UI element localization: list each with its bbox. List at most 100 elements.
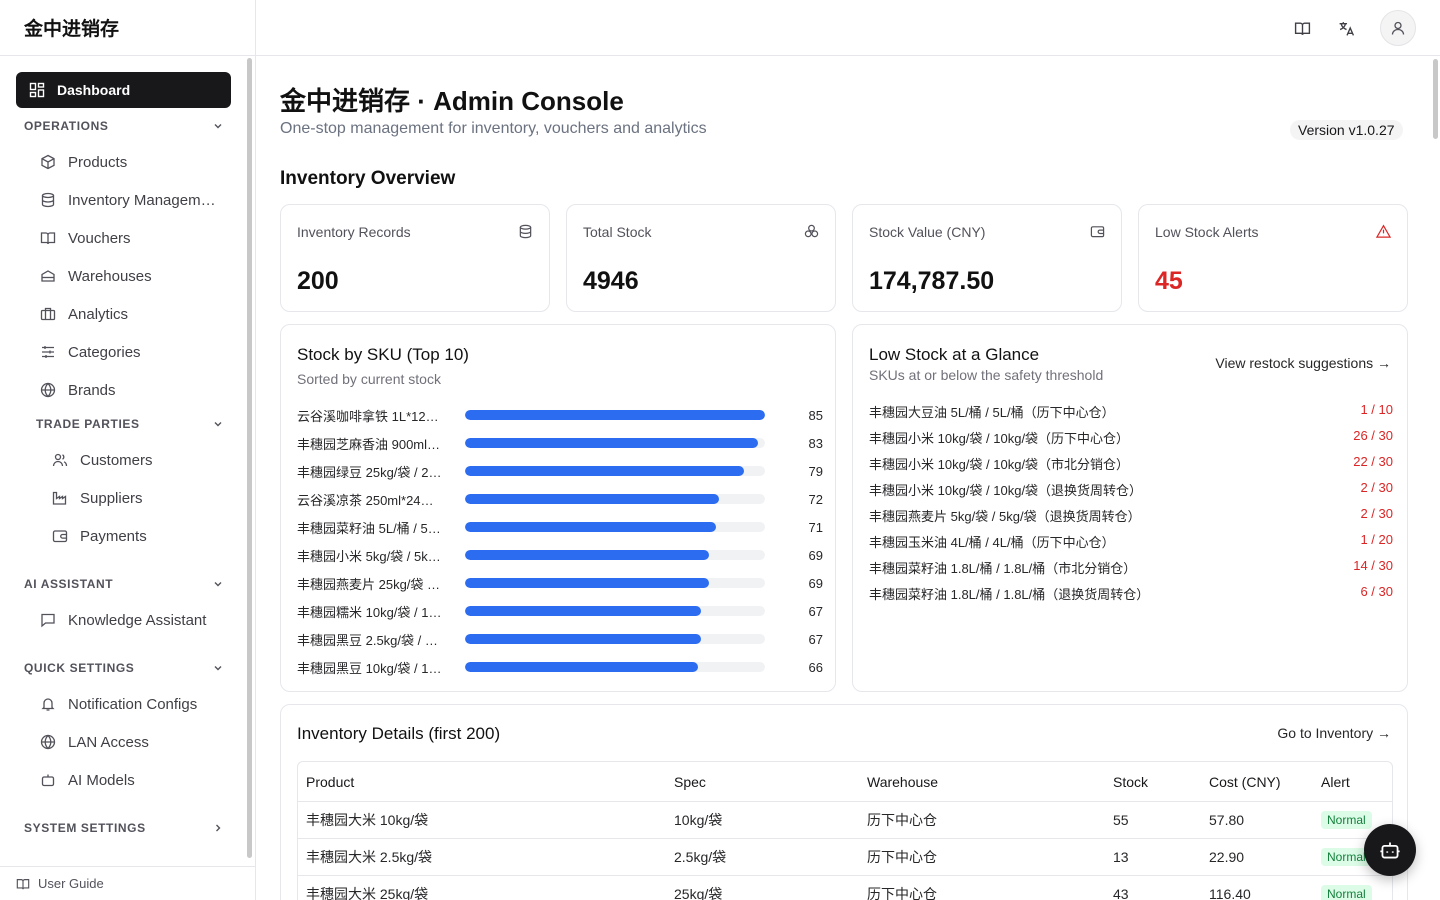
bar-row[interactable]: 丰穗园菜籽油 5L/桶 / 5… 71	[297, 517, 823, 537]
group-operations[interactable]: OPERATIONS	[24, 116, 224, 136]
low-stock-row[interactable]: 丰穗园菜籽油 1.8L/桶 / 1.8L/桶（退换货周转仓） 6 / 30	[869, 584, 1393, 603]
low-stock-row[interactable]: 丰穗园燕麦片 5kg/袋 / 5kg/袋（退换货周转仓） 2 / 30	[869, 506, 1393, 525]
table-cell: 历下中心仓	[859, 876, 1105, 900]
table-row[interactable]: 丰穗园大米 10kg/袋 10kg/袋 历下中心仓 55 57.80 Normal	[298, 802, 1392, 839]
language-button[interactable]	[1332, 14, 1360, 42]
bar-row[interactable]: 云谷溪咖啡拿铁 1L*12… 85	[297, 405, 823, 425]
column-header[interactable]: Stock	[1105, 762, 1201, 802]
column-header[interactable]: Spec	[666, 762, 859, 802]
bar-row[interactable]: 云谷溪凉茶 250ml*24… 72	[297, 489, 823, 509]
sidebar-item-payments[interactable]: Payments	[52, 521, 242, 551]
stat-card-total-stock: Total Stock 4946	[566, 204, 836, 312]
bar-track	[465, 410, 765, 420]
bar-value-label: 85	[808, 407, 823, 423]
docs-button[interactable]	[1288, 14, 1316, 42]
stock-by-sku-card: Stock by SKU (Top 10) Sorted by current …	[280, 324, 836, 692]
sidebar-item-lan-access[interactable]: LAN Access	[40, 727, 230, 757]
app-brand[interactable]: 金中进销存	[0, 0, 255, 56]
table-cell: 57.80	[1201, 802, 1313, 839]
sidebar-item-label: Customers	[80, 451, 153, 469]
sidebar-item-knowledge-assistant[interactable]: Knowledge Assistant	[40, 605, 230, 635]
column-header[interactable]: Alert	[1313, 762, 1392, 802]
user-avatar-button[interactable]	[1380, 10, 1416, 46]
sidebar-item-label: Suppliers	[80, 489, 143, 507]
sidebar-item-dashboard[interactable]: Dashboard	[16, 72, 231, 108]
go-to-inventory-link[interactable]: Go to Inventory →	[1277, 725, 1391, 741]
sidebar-item-label: Analytics	[68, 305, 129, 323]
bar-label: 丰穗园糯米 10kg/袋 / 1…	[297, 604, 442, 620]
user-icon	[1390, 20, 1406, 36]
low-stock-row[interactable]: 丰穗园小米 10kg/袋 / 10kg/袋（市北分销仓） 22 / 30	[869, 454, 1393, 473]
low-stock-row[interactable]: 丰穗园菜籽油 1.8L/桶 / 1.8L/桶（市北分销仓） 14 / 30	[869, 558, 1393, 577]
low-stock-name: 丰穗园燕麦片 5kg/袋 / 5kg/袋（退换货周转仓）	[869, 509, 1141, 524]
column-header[interactable]: Product	[298, 762, 666, 802]
sidebar-item-warehouses[interactable]: Warehouses	[40, 261, 230, 291]
sidebar-item-vouchers[interactable]: Vouchers	[40, 223, 230, 253]
bar	[465, 410, 765, 420]
sidebar-item-brands[interactable]: Brands	[40, 375, 230, 405]
bar-track	[465, 578, 765, 588]
bar-row[interactable]: 丰穗园芝麻香油 900ml… 83	[297, 433, 823, 453]
boxes-icon	[804, 224, 819, 239]
bar-track	[465, 466, 765, 476]
table-row[interactable]: 丰穗园大米 25kg/袋 25kg/袋 历下中心仓 43 116.40 Normal	[298, 876, 1392, 900]
low-stock-name: 丰穗园菜籽油 1.8L/桶 / 1.8L/桶（市北分销仓）	[869, 561, 1137, 576]
sidebar-item-analytics[interactable]: Analytics	[40, 299, 230, 329]
table-cell: 22.90	[1201, 839, 1313, 876]
sidebar-item-products[interactable]: Products	[40, 147, 230, 177]
bar	[465, 466, 744, 476]
sidebar: 金中进销存 Dashboard OPERATIONS Products Inve…	[0, 0, 256, 900]
main-scrollbar[interactable]	[1433, 59, 1438, 139]
column-header[interactable]: Cost (CNY)	[1201, 762, 1313, 802]
sidebar-item-inventory[interactable]: Inventory Managem…	[40, 185, 230, 215]
book-open-icon	[16, 877, 30, 891]
page-subtitle: One-stop management for inventory, vouch…	[280, 120, 707, 137]
bar-row[interactable]: 丰穗园黑豆 10kg/袋 / 1… 66	[297, 657, 823, 677]
main-content: 金中进销存 · Admin Console One-stop managemen…	[256, 57, 1440, 900]
table-row[interactable]: 丰穗园大米 2.5kg/袋 2.5kg/袋 历下中心仓 13 22.90 Normal	[298, 839, 1392, 876]
low-stock-value: 26 / 30	[1353, 428, 1393, 443]
bar-track	[465, 494, 765, 504]
sidebar-item-customers[interactable]: Customers	[52, 445, 242, 475]
bar-row[interactable]: 丰穗园小米 5kg/袋 / 5k… 69	[297, 545, 823, 565]
ai-assistant-fab[interactable]	[1364, 824, 1416, 876]
bar-row[interactable]: 丰穗园糯米 10kg/袋 / 1… 67	[297, 601, 823, 621]
group-ai-assistant[interactable]: AI ASSISTANT	[24, 574, 224, 594]
user-guide-link[interactable]: User Guide	[0, 866, 255, 900]
package-icon	[40, 154, 56, 170]
sidebar-item-notification-configs[interactable]: Notification Configs	[40, 689, 230, 719]
bar-label: 丰穗园燕麦片 25kg/袋 …	[297, 576, 441, 592]
database-icon	[40, 192, 56, 208]
group-quick-settings[interactable]: QUICK SETTINGS	[24, 658, 224, 678]
low-stock-row[interactable]: 丰穗园小米 10kg/袋 / 10kg/袋（退换货周转仓） 2 / 30	[869, 480, 1393, 499]
bar-track	[465, 634, 765, 644]
table-cell: 10kg/袋	[666, 802, 859, 839]
low-stock-name: 丰穗园小米 10kg/袋 / 10kg/袋（市北分销仓）	[869, 457, 1130, 472]
bar-row[interactable]: 丰穗园燕麦片 25kg/袋 … 69	[297, 573, 823, 593]
sidebar-item-ai-models[interactable]: AI Models	[40, 765, 230, 795]
group-label: QUICK SETTINGS	[24, 661, 135, 675]
low-stock-row[interactable]: 丰穗园玉米油 4L/桶 / 4L/桶（历下中心仓） 1 / 20	[869, 532, 1393, 551]
group-trade-parties[interactable]: TRADE PARTIES	[36, 414, 224, 434]
bar-value-label: 66	[808, 659, 823, 675]
low-stock-value: 2 / 30	[1360, 480, 1393, 495]
view-restock-link[interactable]: View restock suggestions →	[1215, 355, 1391, 371]
column-header[interactable]: Warehouse	[859, 762, 1105, 802]
low-stock-row[interactable]: 丰穗园小米 10kg/袋 / 10kg/袋（历下中心仓） 26 / 30	[869, 428, 1393, 447]
sidebar-item-suppliers[interactable]: Suppliers	[52, 483, 242, 513]
bar	[465, 522, 716, 532]
card-title: Low Stock at a Glance	[869, 345, 1040, 364]
globe-icon	[40, 382, 56, 398]
sidebar-item-categories[interactable]: Categories	[40, 337, 230, 367]
low-stock-row[interactable]: 丰穗园大豆油 5L/桶 / 5L/桶（历下中心仓） 1 / 10	[869, 402, 1393, 421]
sidebar-scrollbar[interactable]	[247, 58, 252, 858]
low-stock-value: 1 / 20	[1360, 532, 1393, 547]
bar-row[interactable]: 丰穗园绿豆 25kg/袋 / 2… 79	[297, 461, 823, 481]
bar-value-label: 67	[808, 631, 823, 647]
warehouse-icon	[40, 268, 56, 284]
sidebar-item-label: Notification Configs	[68, 695, 198, 713]
sidebar-item-label: Products	[68, 153, 128, 171]
card-title: Stock by SKU (Top 10)	[297, 345, 469, 364]
group-system-settings[interactable]: SYSTEM SETTINGS	[24, 818, 224, 838]
bar-row[interactable]: 丰穗园黑豆 2.5kg/袋 / … 67	[297, 629, 823, 649]
